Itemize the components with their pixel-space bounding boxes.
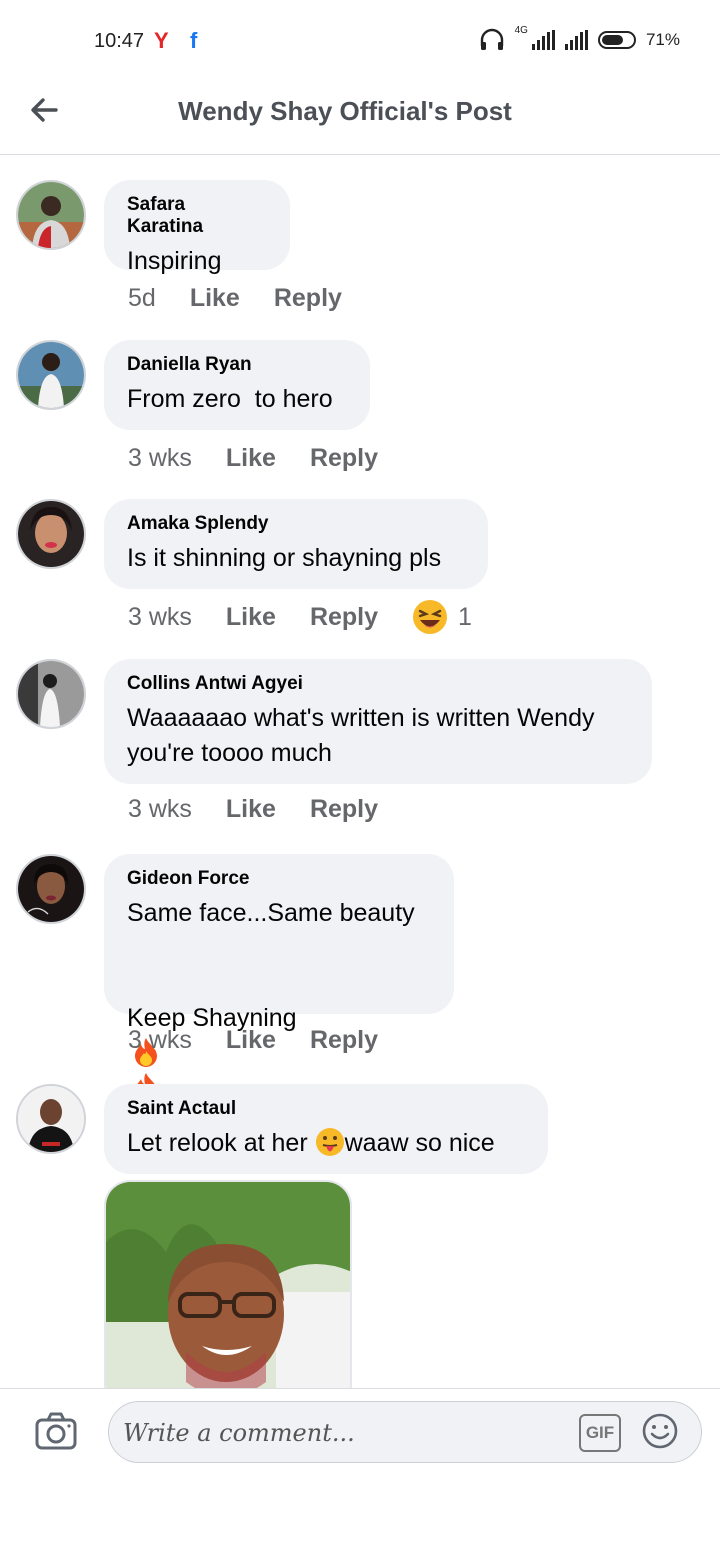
comment-text: Is it shinning or shayning pls [127,544,442,572]
reaction-count: 1 [458,602,472,631]
comment-meta: 3 wks Like Reply [128,1026,412,1055]
page-title: Wendy Shay Official's Post [178,96,512,126]
comment-composer: GIF [0,1388,720,1561]
like-button[interactable]: Like [226,795,276,824]
comment-text-part-2: waaw so nice [344,1129,495,1157]
comment-age: 3 wks [128,1026,192,1054]
facebook-notification-icon: f [190,28,198,53]
reaction-summary[interactable]: 1 [412,599,472,635]
emoji-picker-icon[interactable] [641,1412,679,1450]
signal-icon-2 [564,30,588,50]
camera-icon[interactable] [34,1411,78,1451]
comment-meta: 5d Like Reply [128,284,376,313]
laughing-emoji-icon [413,600,448,634]
comment-author[interactable]: Amaka Splendy [127,513,464,535]
comment-author[interactable]: Collins Antwi Agyei [127,673,628,695]
comment-text: Inspiring [127,247,222,275]
reply-button[interactable]: Reply [310,444,378,473]
avatar[interactable] [16,180,86,250]
reply-button[interactable]: Reply [310,795,378,824]
comment-image-attachment[interactable] [104,1180,352,1410]
comment-bubble[interactable]: Gideon Force Same face...Same beauty Kee… [104,854,454,1137]
comment-meta: 3 wks Like Reply [128,795,412,824]
comment-meta: 3 wks Like Reply [128,444,412,473]
avatar[interactable] [16,854,86,924]
comment-bubble[interactable]: Saint Actaul Let relook at her waaw so n… [104,1084,548,1174]
comment-text-line-1: Same face...Same beauty [127,899,415,927]
comment-bubble[interactable]: Daniella Ryan From zero to hero [104,340,370,430]
avatar[interactable] [16,499,86,569]
headphones-icon [480,28,503,50]
comment-bubble[interactable]: Amaka Splendy Is it shinning or shayning… [104,499,488,589]
like-button[interactable]: Like [226,444,276,473]
like-button[interactable]: Like [190,284,240,313]
network-type-label: 4G [514,24,528,36]
comment-age: 5d [128,284,156,312]
signal-icon-1 [531,30,555,50]
tongue-emoji-icon [315,1128,344,1156]
reply-button[interactable]: Reply [310,1026,378,1055]
avatar[interactable] [16,1084,86,1154]
comment-text: Waaaaaao what's written is written Wendy… [127,704,595,767]
comment-author[interactable]: Daniella Ryan [127,354,346,376]
comment-age: 3 wks [128,444,192,472]
app-notification-y-icon: Y [154,28,169,53]
battery-icon [597,31,636,49]
comment-author[interactable]: Saint Actaul [127,1098,524,1120]
avatar[interactable] [16,340,86,410]
comment-input-container[interactable]: GIF [108,1401,702,1464]
post-header: Wendy Shay Official's Post [0,80,720,155]
comment-text: Let relook at her waaw so nice [127,1126,524,1161]
comment-input[interactable] [121,1402,565,1464]
comment-bubble[interactable]: Collins Antwi Agyei Waaaaaao what's writ… [104,659,652,784]
comment-author[interactable]: Safara Karatina [127,194,266,238]
comment-age: 3 wks [128,795,192,823]
comment-age: 3 wks [128,602,192,631]
reply-button[interactable]: Reply [274,284,342,313]
gif-button[interactable]: GIF [579,1414,621,1452]
comment-text-part-1: Let relook at her [127,1129,315,1157]
status-icons: 4G 71% [479,24,680,52]
like-button[interactable]: Like [226,1026,276,1055]
avatar[interactable] [16,659,86,729]
reply-button[interactable]: Reply [310,603,378,632]
comment-bubble[interactable]: Safara Karatina Inspiring [104,180,290,275]
battery-percentage: 71% [645,30,680,49]
status-bar: 10:47 Y f 4G 71% [0,0,720,80]
comment-text: From zero to hero [127,385,333,413]
status-time: 10:47 [94,30,145,52]
comment-author[interactable]: Gideon Force [127,868,430,890]
comment-meta: 3 wks Like Reply 1 [128,599,472,635]
like-button[interactable]: Like [226,603,276,632]
